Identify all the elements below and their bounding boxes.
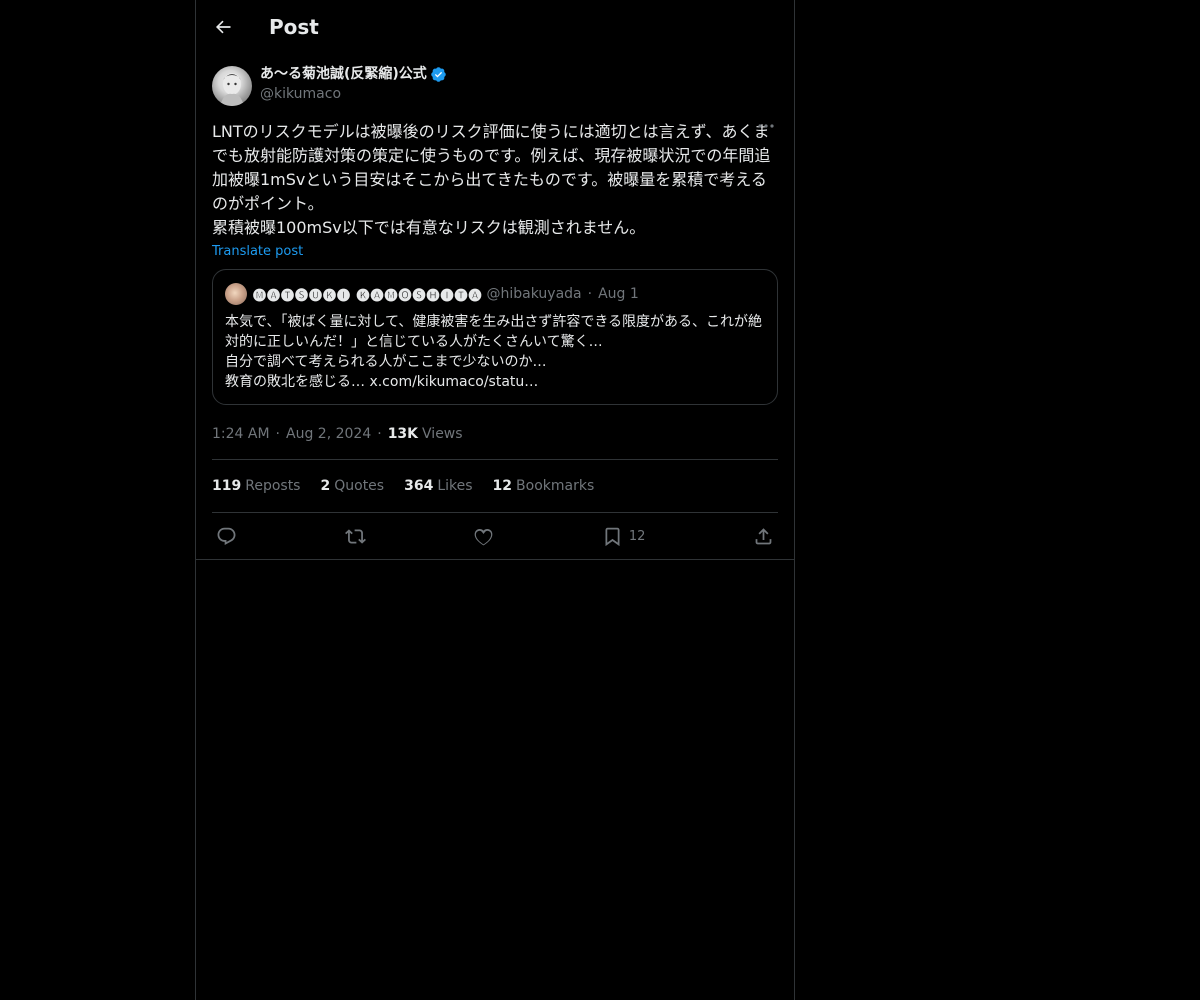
post-date[interactable]: Aug 2, 2024	[286, 426, 371, 442]
engagement-stats: 119 Reposts 2 Quotes 364 Likes 12 Bookmarks	[212, 460, 778, 512]
likes-stat[interactable]: 364 Likes	[404, 478, 472, 494]
quote-date: Aug 1	[598, 286, 639, 302]
repost-button[interactable]	[344, 526, 366, 547]
main-column: Post あ〜る菊池誠(反緊縮)公式 @kikumaco LNTのリスクモデルは…	[195, 0, 795, 1000]
post-meta: 1:24 AM · Aug 2, 2024 · 13K Views	[212, 423, 778, 445]
author-handle[interactable]: @kikumaco	[260, 84, 447, 104]
verified-badge-icon	[430, 66, 447, 83]
bookmark-button[interactable]: 12	[602, 526, 646, 547]
quote-header: 🅜🅐🅣🅢🅤🅚🅘 🅚🅐🅜🅞🅢🅗🅘🅣🅐 @hibakuyada · Aug 1	[225, 282, 765, 306]
reply-button[interactable]	[216, 526, 237, 547]
arrow-left-icon	[215, 20, 231, 34]
bookmarks-count: 12	[492, 478, 513, 494]
post: あ〜る菊池誠(反緊縮)公式 @kikumaco LNTのリスクモデルは被曝後のリ…	[196, 54, 794, 560]
views-label: Views	[422, 426, 463, 442]
quote-avatar	[225, 283, 247, 305]
separator-dot: ·	[587, 286, 593, 302]
views-count: 13K	[387, 426, 419, 442]
avatar[interactable]	[212, 66, 252, 106]
author-row: あ〜る菊池誠(反緊縮)公式 @kikumaco	[212, 64, 778, 116]
quote-author-name: 🅜🅐🅣🅢🅤🅚🅘 🅚🅐🅜🅞🅢🅗🅘🅣🅐	[253, 288, 483, 304]
likes-label: Likes	[437, 478, 473, 494]
translate-post-link[interactable]: Translate post	[212, 244, 303, 259]
author-name[interactable]: あ〜る菊池誠(反緊縮)公式	[260, 64, 427, 84]
quoted-post[interactable]: 🅜🅐🅣🅢🅤🅚🅘 🅚🅐🅜🅞🅢🅗🅘🅣🅐 @hibakuyada · Aug 1 本気…	[212, 269, 778, 405]
bookmark-icon	[605, 527, 620, 547]
divider	[196, 559, 794, 560]
share-button[interactable]	[753, 526, 774, 547]
bookmark-count: 12	[628, 529, 646, 544]
heart-icon	[474, 528, 493, 546]
quotes-stat[interactable]: 2 Quotes	[320, 478, 384, 494]
author-meta: あ〜る菊池誠(反緊縮)公式 @kikumaco	[260, 64, 447, 104]
quote-author-handle: @hibakuyada	[486, 286, 582, 302]
back-button[interactable]	[212, 16, 234, 38]
more-button[interactable]	[756, 116, 776, 136]
quotes-label: Quotes	[334, 478, 385, 494]
post-time[interactable]: 1:24 AM	[212, 426, 270, 442]
post-text: LNTのリスクモデルは被曝後のリスク評価に使うには適切とは言えず、あくまでも放射…	[212, 122, 771, 237]
bookmarks-label: Bookmarks	[516, 478, 595, 494]
page-title: Post	[269, 15, 319, 39]
likes-count: 364	[404, 478, 434, 494]
reposts-label: Reposts	[245, 478, 301, 494]
avatar-image	[220, 73, 244, 106]
repost-icon	[344, 529, 366, 544]
top-bar: Post	[196, 0, 794, 54]
like-button[interactable]	[473, 526, 494, 547]
bookmarks-stat[interactable]: 12 Bookmarks	[493, 478, 595, 494]
separator-dot: ·	[275, 426, 280, 442]
more-horizontal-icon	[758, 124, 774, 128]
share-icon	[755, 528, 772, 545]
reply-icon	[217, 527, 236, 545]
action-bar: 12	[212, 513, 778, 560]
reposts-stat[interactable]: 119 Reposts	[212, 478, 300, 494]
reposts-count: 119	[212, 478, 242, 494]
quotes-count: 2	[320, 478, 331, 494]
author-name-line: あ〜る菊池誠(反緊縮)公式	[260, 64, 447, 84]
separator-dot: ·	[377, 426, 382, 442]
quote-text: 本気で、「被ばく量に対して、健康被害を生み出さず許容できる限度がある、これが絶対…	[225, 314, 763, 390]
